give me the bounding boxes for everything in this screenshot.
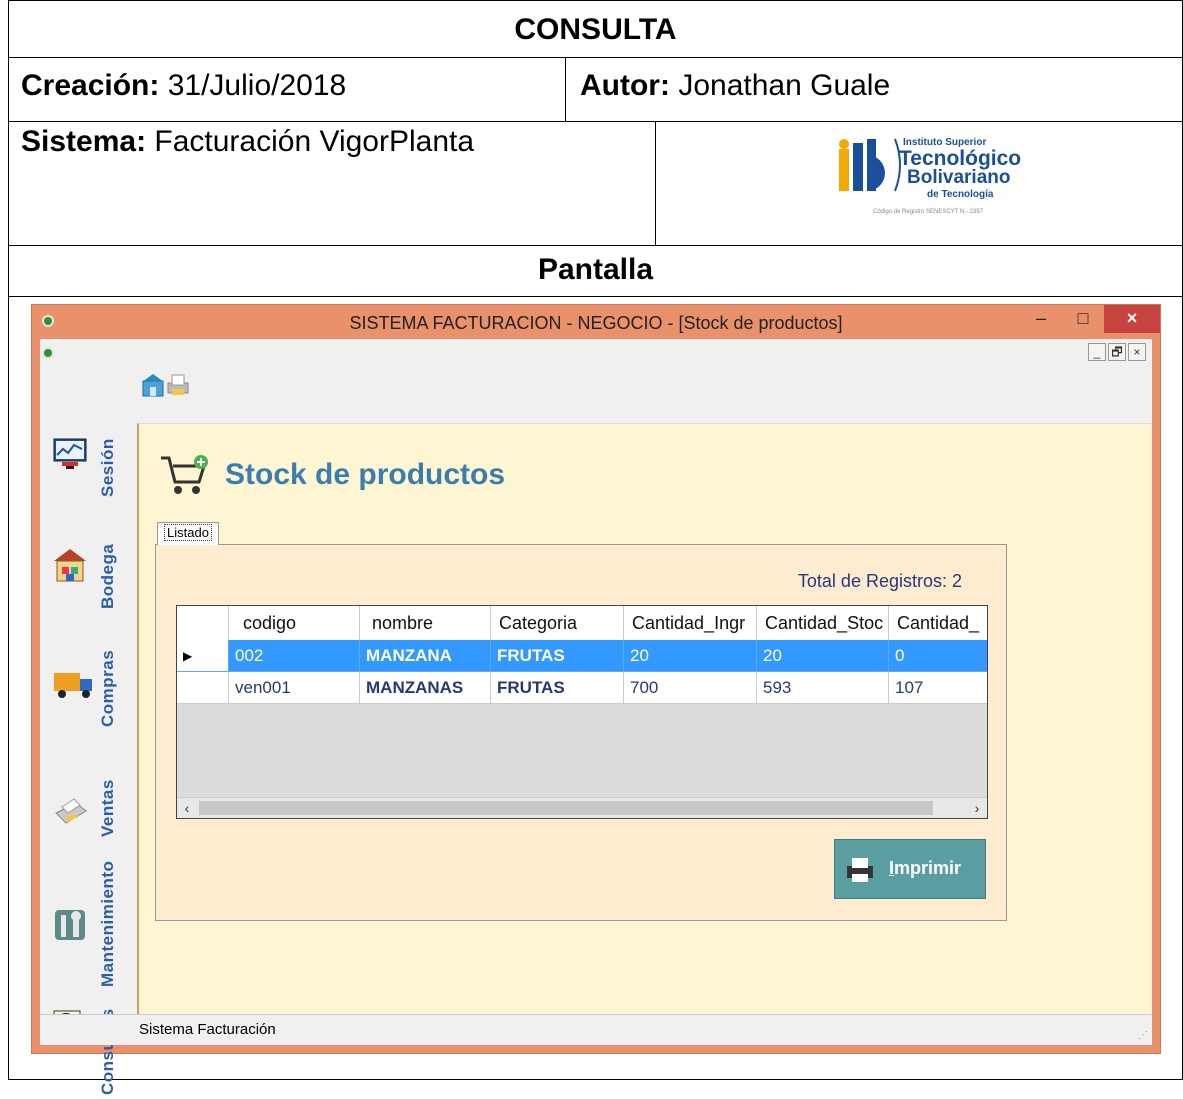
title-bar[interactable]: SISTEMA FACTURACION - NEGOCIO - [Stock d…: [32, 305, 1160, 339]
resize-grip-icon[interactable]: ⋰: [1138, 1030, 1148, 1041]
row-header-corner: [177, 606, 229, 640]
page-heading: Stock de productos: [225, 458, 506, 491]
column-header-categoria[interactable]: Categoria: [491, 606, 624, 640]
column-header-nombre[interactable]: nombre: [360, 606, 491, 640]
print-button-label-rest: mprimir: [894, 858, 962, 878]
minimize-button[interactable]: –: [1020, 305, 1062, 333]
status-text: Sistema Facturación: [139, 1021, 276, 1038]
home-icon[interactable]: [142, 373, 164, 397]
cell-cantidad-stock[interactable]: 593: [757, 672, 889, 704]
cell-nombre[interactable]: MANZANAS: [360, 672, 491, 704]
cell-categoria[interactable]: FRUTAS: [491, 672, 624, 704]
client-area: _ 🗗 × Sesión Bodega Compras Ventas Mante…: [40, 339, 1152, 1095]
print-button[interactable]: Imprimir: [834, 839, 986, 899]
total-records: Total de Registros: 2: [797, 571, 962, 591]
warehouse-icon: [54, 549, 86, 582]
cell-cantidad-ingreso[interactable]: 700: [624, 672, 757, 704]
cell-codigo[interactable]: ven001: [229, 672, 360, 704]
logo-line3: Bolivariano: [907, 167, 1011, 188]
tab-listado[interactable]: Listado: [157, 522, 219, 545]
cell-cantidad-stock[interactable]: 20: [757, 640, 889, 672]
system-field: Sistema: Facturación VigorPlanta: [21, 125, 474, 159]
author-value: Jonathan Guale: [678, 69, 891, 102]
author-field: Autor: Jonathan Guale: [580, 69, 890, 103]
mdi-menu-bar: _ 🗗 ×: [40, 339, 1152, 369]
printer-button-icon: [847, 858, 873, 882]
cell-cantidad[interactable]: 107: [889, 672, 987, 704]
section-title: Pantalla: [537, 253, 654, 286]
cell-cantidad[interactable]: 0: [889, 640, 987, 672]
creation-label: Creación:: [21, 69, 160, 102]
sidebar-label-mantenimiento: Mantenimiento: [98, 860, 117, 987]
print-toolbar-icon[interactable]: [166, 373, 190, 397]
itb-logo: Instituto Superior Tecnológico Bolivaria…: [831, 135, 1021, 235]
cell-cantidad-ingreso[interactable]: 20: [624, 640, 757, 672]
row-selector-icon[interactable]: ▶: [177, 640, 229, 672]
system-value: Facturación VigorPlanta: [154, 125, 475, 158]
table-row[interactable]: ven001 MANZANAS FRUTAS 700 593 107: [177, 672, 987, 704]
mdi-close-button[interactable]: ×: [1128, 343, 1146, 361]
sidebar-label-ventas: Ventas: [98, 779, 117, 837]
cell-nombre[interactable]: MANZANA: [360, 640, 491, 672]
system-label: Sistema:: [21, 125, 147, 158]
app-window: SISTEMA FACTURACION - NEGOCIO - [Stock d…: [31, 304, 1161, 1095]
mdi-controls: _ 🗗 ×: [1086, 343, 1146, 361]
creation-field: Creación: 31/Julio/2018: [21, 69, 346, 103]
logo-line5: Código de Registro SENESCYT N.- 2397: [873, 209, 983, 215]
sidebar-label-bodega: Bodega: [98, 543, 117, 609]
table-row[interactable]: ▶ 002 MANZANA FRUTAS 20 20 0: [177, 640, 987, 672]
status-bar: Sistema Facturación ⋰: [40, 1014, 1152, 1045]
main-content: Stock de productos Listado Total de Regi…: [137, 423, 1152, 1015]
sidebar-item-sesion[interactable]: Sesión: [40, 417, 134, 503]
row-selector[interactable]: [177, 672, 229, 704]
author-label: Autor:: [580, 69, 670, 102]
stock-grid[interactable]: codigo nombre Categoria Cantidad_Ingr Ca…: [176, 605, 988, 819]
column-header-codigo[interactable]: codigo: [229, 606, 360, 640]
creation-value: 31/Julio/2018: [167, 69, 347, 102]
print-button-label: Imprimir: [889, 858, 961, 879]
sidebar-item-ventas[interactable]: Ventas: [40, 745, 134, 841]
sidebar-label-sesion: Sesión: [98, 438, 117, 497]
sidebar-item-bodega[interactable]: Bodega: [40, 513, 134, 613]
window-title: SISTEMA FACTURACION - NEGOCIO - [Stock d…: [349, 313, 843, 333]
close-button[interactable]: ×: [1104, 305, 1160, 333]
cell-codigo[interactable]: 002: [229, 640, 360, 672]
toolbar: [142, 369, 1152, 423]
maximize-button[interactable]: □: [1062, 305, 1104, 333]
sidebar-item-mantenimiento[interactable]: Mantenimiento: [40, 845, 134, 991]
sidebar-label-compras: Compras: [98, 649, 117, 727]
grid-header: codigo nombre Categoria Cantidad_Ingr Ca…: [177, 606, 987, 641]
scroll-thumb[interactable]: [199, 801, 933, 815]
sidebar: Sesión Bodega Compras Ventas Mantenimien…: [40, 369, 134, 1095]
mdi-restore-button[interactable]: 🗗: [1108, 343, 1126, 361]
column-header-cantidad-ingreso[interactable]: Cantidad_Ingr: [624, 606, 757, 640]
scroll-right-icon[interactable]: ›: [967, 798, 987, 818]
horizontal-scrollbar[interactable]: ‹ ›: [177, 797, 987, 818]
tab-panel-listado: Total de Registros: 2 codigo nombre Cate…: [155, 544, 1007, 921]
truck-icon: [54, 673, 92, 698]
cell-categoria[interactable]: FRUTAS: [491, 640, 624, 672]
column-header-cantidad[interactable]: Cantidad_: [889, 606, 987, 640]
logo-line4: de Tecnología: [927, 189, 994, 200]
sidebar-item-compras[interactable]: Compras: [40, 621, 134, 733]
tab-listado-label: Listado: [164, 524, 212, 541]
document-header-title: CONSULTA: [514, 13, 677, 46]
cart-icon: [161, 455, 208, 494]
column-header-cantidad-stock[interactable]: Cantidad_Stoc: [757, 606, 889, 640]
mdi-minimize-button[interactable]: _: [1088, 343, 1106, 361]
scroll-left-icon[interactable]: ‹: [177, 798, 197, 818]
session-monitor-icon: [53, 438, 87, 469]
tools-icon: [55, 910, 85, 940]
printer-icon: [55, 798, 87, 824]
mdi-child-icon[interactable]: [42, 347, 54, 359]
